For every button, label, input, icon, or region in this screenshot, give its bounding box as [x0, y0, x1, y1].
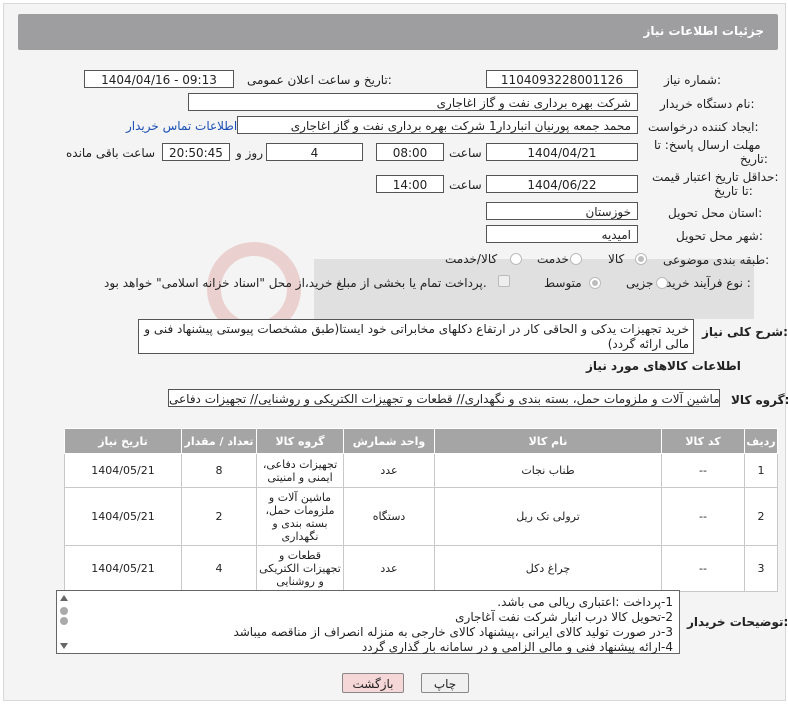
notes-scrollbar[interactable] — [58, 593, 70, 651]
cell-unit: عدد — [343, 545, 435, 592]
cell-date: 1404/05/21 — [64, 487, 182, 546]
col-unit: واحد شمارش — [343, 428, 435, 454]
page-header: جزئیات اطلاعات نیاز — [18, 14, 778, 50]
buyer-field: شرکت بهره برداری نفت و گاز اغاجاری — [188, 93, 638, 111]
category-option-service: خدمت — [537, 252, 569, 266]
cell-date: 1404/05/21 — [64, 453, 182, 488]
announce-field: 1404/04/16 - 09:13 — [84, 70, 234, 88]
cell-name: ترولی تک ریل — [434, 487, 662, 546]
cell-group: تجهیزات دفاعی، ایمنی و امنیتی — [256, 453, 344, 488]
validity-time-field: 14:00 — [376, 175, 444, 193]
remaining-time-field: 20:50:45 — [162, 143, 230, 161]
process-option-medium: متوسط — [544, 276, 582, 290]
cell-code: -- — [661, 487, 745, 546]
cell-name: طناب نجات — [434, 453, 662, 488]
days-label: روز و — [236, 146, 263, 160]
validity-label-line2: تا تاریخ: — [714, 184, 753, 198]
creator-field: محمد جمعه پورنیان انباردار1 شرکت بهره بر… — [237, 116, 638, 134]
notes-line-4: 4-ارائه پیشنهاد فنی و مالی الزامی و در س… — [361, 640, 673, 654]
deadline-date-field: 1404/04/21 — [486, 143, 638, 161]
cell-date: 1404/05/21 — [64, 545, 182, 592]
validity-label-line1: حداقل تاریخ اعتبار قیمت: — [652, 170, 779, 184]
cell-row: 2 — [744, 487, 778, 546]
notes-line-2: 2-تحویل کالا درب انبار شرکت نفت آغاجاری — [455, 610, 673, 624]
buyer-label: نام دستگاه خریدار: — [660, 97, 755, 111]
validity-time-label: ساعت — [449, 178, 482, 192]
col-name: نام کالا — [434, 428, 662, 454]
cell-group: ماشین آلات و ملزومات حمل، بسته بندی و نگ… — [256, 487, 344, 546]
need-number-label: شماره نیاز: — [664, 73, 722, 87]
goods-group-field: ماشین آلات و ملزومات حمل، بسته بندی و نگ… — [168, 389, 720, 407]
details-panel: جزئیات اطلاعات نیاز شماره نیاز: 11040932… — [3, 3, 788, 701]
table-row: 3 -- چراغ دکل عدد قطعات و تجهیزات الکتری… — [64, 545, 778, 592]
goods-section-title: اطلاعات کالاهای مورد نیاز — [586, 359, 741, 373]
remaining-time-label: ساعت باقی مانده — [66, 146, 156, 160]
col-date: تاریخ نیاز — [64, 428, 182, 454]
col-group: گروه کالا — [256, 428, 344, 454]
cell-code: -- — [661, 453, 745, 488]
city-label: شهر محل تحویل: — [676, 229, 763, 243]
cell-qty: 4 — [181, 545, 257, 592]
cell-row: 1 — [744, 453, 778, 488]
notes-line-3: 3-در صورت تولید کالای ایرانی ،پیشنهاد کا… — [233, 625, 673, 639]
cell-qty: 2 — [181, 487, 257, 546]
cell-code: -- — [661, 545, 745, 592]
process-radio-minor[interactable] — [656, 277, 668, 289]
deadline-time-field: 08:00 — [376, 143, 444, 161]
deadline-label-line2: تاریخ: — [740, 152, 768, 166]
deadline-label-line1: مهلت ارسال پاسخ: تا — [654, 138, 761, 152]
table-row: 1 -- طناب نجات عدد تجهیزات دفاعی، ایمنی … — [64, 453, 778, 488]
buyer-contact-link[interactable]: اطلاعات تماس خریدار — [126, 119, 237, 133]
need-number-field: 1104093228001126 — [486, 70, 638, 88]
notes-line-1: 1-پرداخت :اعتباری ریالی می باشد. — [497, 595, 673, 609]
category-radio-goods[interactable] — [635, 253, 647, 265]
process-option-minor: جزیی — [626, 276, 654, 290]
cell-name: چراغ دکل — [434, 545, 662, 592]
treasury-payment-note: پرداخت تمام یا بخشی از مبلغ خرید،از محل … — [104, 276, 487, 290]
goods-table: ردیف کد کالا نام کالا واحد شمارش گروه کا… — [64, 428, 778, 592]
category-radio-service[interactable] — [570, 253, 582, 265]
creator-label: ایجاد کننده درخواست: — [648, 120, 759, 134]
cell-row: 3 — [744, 545, 778, 592]
province-field: خوزستان — [486, 202, 638, 220]
validity-date-field: 1404/06/22 — [486, 175, 638, 193]
province-label: استان محل تحویل: — [668, 206, 763, 220]
table-header-row: ردیف کد کالا نام کالا واحد شمارش گروه کا… — [64, 428, 778, 454]
cell-qty: 8 — [181, 453, 257, 488]
announce-label: تاریخ و ساعت اعلان عمومی: — [247, 73, 392, 87]
days-field: 4 — [266, 143, 363, 161]
col-row: ردیف — [744, 428, 778, 454]
page-title: جزئیات اطلاعات نیاز — [643, 24, 764, 38]
summary-label: شرح کلی نیاز: — [702, 325, 788, 339]
notes-field[interactable]: 1-پرداخت :اعتباری ریالی می باشد. 2-تحویل… — [56, 590, 680, 654]
goods-group-label: گروه کالا: — [731, 393, 788, 407]
process-radio-medium[interactable] — [589, 277, 601, 289]
category-option-goods: کالا — [608, 252, 625, 266]
summary-field: خرید تجهیزات یدکی و الحاقی کار در ارتفاع… — [138, 319, 694, 354]
print-button[interactable]: چاپ — [421, 673, 469, 693]
process-label: نوع فرآیند خرید : — [666, 276, 751, 290]
cell-unit: دستگاه — [343, 487, 435, 546]
category-radio-goods-service[interactable] — [510, 253, 522, 265]
deadline-time-label: ساعت — [449, 146, 482, 160]
cell-unit: عدد — [343, 453, 435, 488]
treasury-payment-checkbox[interactable] — [498, 275, 510, 287]
notes-label: توضیحات خریدار: — [687, 615, 788, 629]
col-code: کد کالا — [661, 428, 745, 454]
back-button[interactable]: بازگشت — [342, 673, 404, 693]
city-field: امیدیه — [486, 225, 638, 243]
category-option-goods-service: کالا/خدمت — [445, 252, 498, 266]
category-label: طبقه بندی موضوعی: — [663, 253, 770, 267]
cell-group: قطعات و تجهیزات الکتریکی و روشنایی — [256, 545, 344, 592]
table-row: 2 -- ترولی تک ریل دستگاه ماشین آلات و مل… — [64, 487, 778, 546]
col-qty: تعداد / مقدار — [181, 428, 257, 454]
